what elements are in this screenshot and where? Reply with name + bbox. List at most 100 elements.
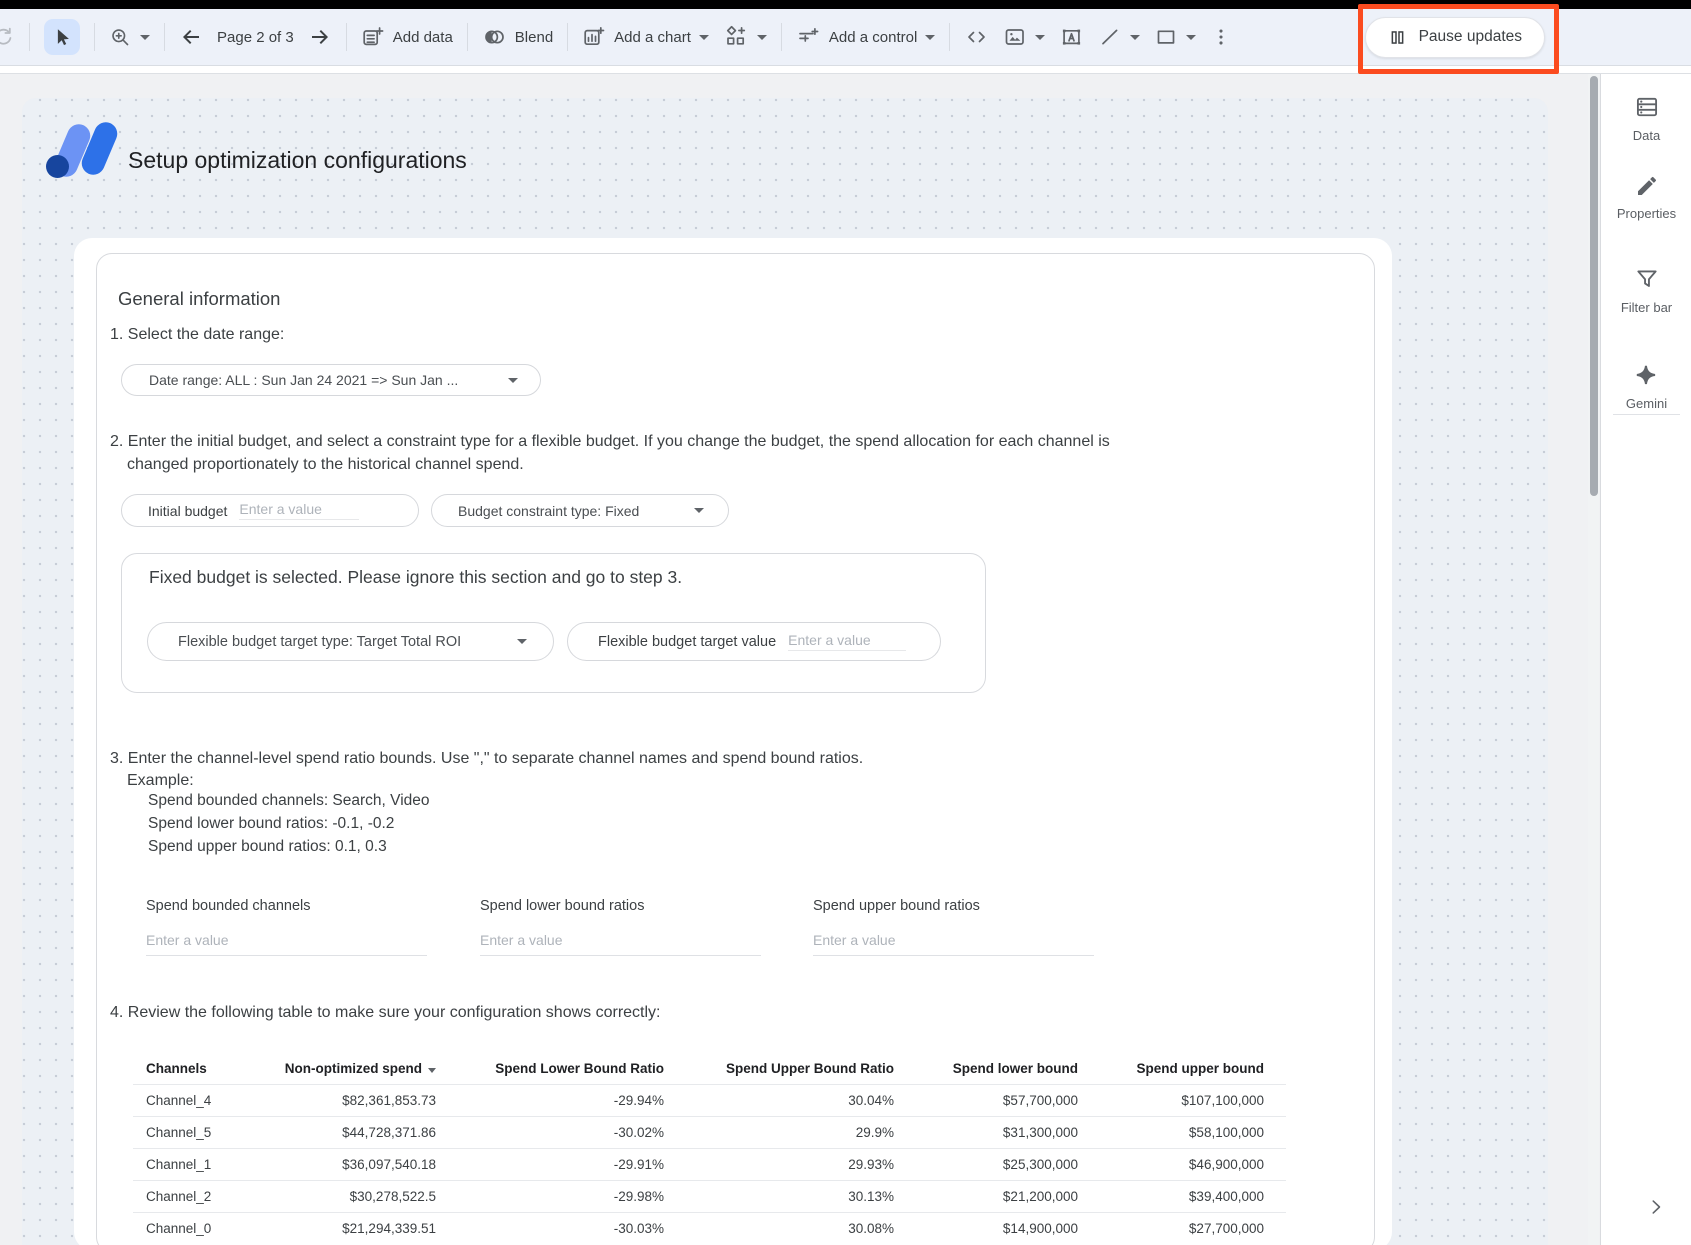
more-vertical-icon bbox=[1210, 25, 1232, 49]
toolbar-divider bbox=[29, 23, 30, 51]
image-icon bbox=[1003, 25, 1027, 49]
report-content: Setup optimization configurations Genera… bbox=[0, 0, 1691, 1245]
toolbar-divider bbox=[949, 23, 950, 51]
table-body: Channel_4$82,361,853.73-29.94%30.04%$57,… bbox=[133, 1084, 1286, 1244]
insert-text-button[interactable] bbox=[1059, 25, 1084, 49]
next-page-button[interactable] bbox=[308, 25, 332, 49]
chevron-down-icon bbox=[1186, 35, 1196, 40]
page-title: Setup optimization configurations bbox=[128, 147, 467, 174]
rectangle-icon bbox=[1154, 25, 1178, 49]
step3-example-line: Spend lower bound ratios: -0.1, -0.2 bbox=[148, 815, 394, 833]
embed-code-button[interactable] bbox=[964, 25, 989, 49]
chevron-down-icon bbox=[925, 35, 935, 40]
add-chart-icon bbox=[582, 25, 606, 49]
spend-lower-bound-ratios-input[interactable] bbox=[480, 926, 761, 956]
column-header-spend-lower-bound[interactable]: Spend lower bound bbox=[896, 1061, 1080, 1076]
fixed-budget-notice: Fixed budget is selected. Please ignore … bbox=[149, 567, 682, 588]
column-header-channels[interactable]: Channels bbox=[133, 1061, 266, 1076]
flexible-budget-target-value-label: Flexible budget target value bbox=[598, 634, 776, 650]
toolbar-divider bbox=[94, 23, 95, 51]
redo-icon bbox=[0, 25, 15, 49]
table-row: Channel_1$36,097,540.18-29.91%29.93%$25,… bbox=[133, 1148, 1286, 1180]
insert-line-dropdown[interactable] bbox=[1098, 25, 1140, 49]
toolbar-bottom-strip bbox=[0, 65, 1691, 74]
zoom-icon bbox=[109, 26, 132, 49]
marketing-platform-logo-icon bbox=[46, 122, 120, 182]
toolbar-divider bbox=[164, 23, 165, 51]
initial-budget-label: Initial budget bbox=[148, 503, 227, 519]
spend-bounded-channels-input[interactable] bbox=[146, 926, 427, 956]
sort-descending-icon bbox=[428, 1068, 436, 1073]
column-header-non-optimized-spend[interactable]: Non-optimized spend bbox=[266, 1061, 438, 1076]
logo-dot bbox=[46, 155, 69, 178]
flexible-budget-section: Fixed budget is selected. Please ignore … bbox=[121, 553, 986, 693]
spend-upper-bound-ratios-input[interactable] bbox=[813, 926, 1094, 956]
community-visualizations-dropdown[interactable] bbox=[723, 25, 767, 49]
toolbar-divider bbox=[467, 23, 468, 51]
page-indicator[interactable]: Page 2 of 3 bbox=[217, 29, 294, 46]
blend-icon bbox=[482, 25, 507, 49]
insert-image-dropdown[interactable] bbox=[1003, 25, 1045, 49]
toolbar-divider bbox=[781, 23, 782, 51]
toolbar-divider bbox=[346, 23, 347, 51]
flexible-budget-target-type-control[interactable]: Flexible budget target type: Target Tota… bbox=[147, 622, 554, 661]
section-heading: General information bbox=[118, 288, 280, 310]
looker-studio-window: Page 2 of 3 Add data Blend Add a chart bbox=[0, 0, 1691, 1245]
more-options-button[interactable] bbox=[1210, 25, 1232, 49]
spend-lower-bound-ratios-label: Spend lower bound ratios bbox=[480, 898, 644, 914]
column-header-spend-upper-bound-ratio[interactable]: Spend Upper Bound Ratio bbox=[666, 1061, 896, 1076]
blend-button[interactable]: Blend bbox=[482, 25, 553, 49]
toolbar: Page 2 of 3 Add data Blend Add a chart bbox=[0, 9, 1691, 65]
column-header-spend-lower-bound-ratio[interactable]: Spend Lower Bound Ratio bbox=[438, 1061, 666, 1076]
flexible-budget-target-value-input[interactable] bbox=[788, 632, 906, 651]
budget-constraint-type-control[interactable]: Budget constraint type: Fixed bbox=[431, 494, 729, 527]
cursor-icon bbox=[51, 26, 73, 48]
step3-text: 3. Enter the channel-level spend ratio b… bbox=[110, 747, 863, 770]
arrow-left-icon bbox=[179, 25, 203, 49]
add-data-button[interactable]: Add data bbox=[361, 25, 453, 49]
spend-bounded-channels-label: Spend bounded channels bbox=[146, 898, 310, 914]
table-header-row: Channels Non-optimized spend Spend Lower… bbox=[133, 1052, 1286, 1084]
chevron-down-icon bbox=[140, 35, 150, 40]
add-control-icon bbox=[796, 25, 821, 49]
toolbar-divider bbox=[567, 23, 568, 51]
add-a-control-dropdown[interactable]: Add a control bbox=[796, 25, 935, 49]
chevron-down-icon bbox=[1130, 35, 1140, 40]
line-icon bbox=[1098, 25, 1122, 49]
pause-updates-button[interactable]: Pause updates bbox=[1365, 17, 1545, 58]
add-a-chart-dropdown[interactable]: Add a chart bbox=[582, 25, 709, 49]
column-header-spend-upper-bound[interactable]: Spend upper bound bbox=[1080, 1061, 1266, 1076]
chevron-down-icon bbox=[508, 378, 518, 383]
initial-budget-input[interactable] bbox=[239, 501, 359, 520]
date-range-control[interactable]: Date range: ALL : Sun Jan 24 2021 => Sun… bbox=[121, 364, 541, 396]
previous-page-button[interactable] bbox=[179, 25, 203, 49]
insert-shape-dropdown[interactable] bbox=[1154, 25, 1196, 49]
chevron-down-icon bbox=[699, 35, 709, 40]
step2-text: 2. Enter the initial budget, and select … bbox=[110, 430, 1144, 476]
table-row: Channel_4$82,361,853.73-29.94%30.04%$57,… bbox=[133, 1084, 1286, 1116]
flexible-budget-target-value-field[interactable]: Flexible budget target value bbox=[567, 622, 941, 661]
chevron-down-icon bbox=[694, 508, 704, 513]
text-box-icon bbox=[1059, 25, 1084, 49]
table-row: Channel_5$44,728,371.86-30.02%29.9%$31,3… bbox=[133, 1116, 1286, 1148]
redo-button[interactable] bbox=[0, 25, 15, 49]
configuration-table: Channels Non-optimized spend Spend Lower… bbox=[133, 1052, 1286, 1244]
select-tool-button[interactable] bbox=[44, 19, 80, 55]
step3-example-line: Spend upper bound ratios: 0.1, 0.3 bbox=[148, 838, 387, 856]
arrow-right-icon bbox=[308, 25, 332, 49]
table-row: Channel_0$21,294,339.51-30.03%30.08%$14,… bbox=[133, 1212, 1286, 1244]
spend-upper-bound-ratios-label: Spend upper bound ratios bbox=[813, 898, 980, 914]
code-icon bbox=[964, 25, 989, 49]
zoom-tool-dropdown[interactable] bbox=[109, 26, 150, 49]
window-top-edge bbox=[0, 0, 1691, 9]
add-data-icon bbox=[361, 25, 385, 49]
chevron-down-icon bbox=[1035, 35, 1045, 40]
chevron-down-icon bbox=[517, 639, 527, 644]
pause-icon bbox=[1388, 28, 1407, 47]
step1-text: 1. Select the date range: bbox=[110, 323, 284, 346]
step4-text: 4. Review the following table to make su… bbox=[110, 1001, 660, 1024]
initial-budget-field[interactable]: Initial budget bbox=[121, 494, 419, 527]
step3-example-label: Example: bbox=[127, 769, 194, 792]
step3-example-line: Spend bounded channels: Search, Video bbox=[148, 792, 430, 810]
table-row: Channel_2$30,278,522.5-29.98%30.13%$21,2… bbox=[133, 1180, 1286, 1212]
